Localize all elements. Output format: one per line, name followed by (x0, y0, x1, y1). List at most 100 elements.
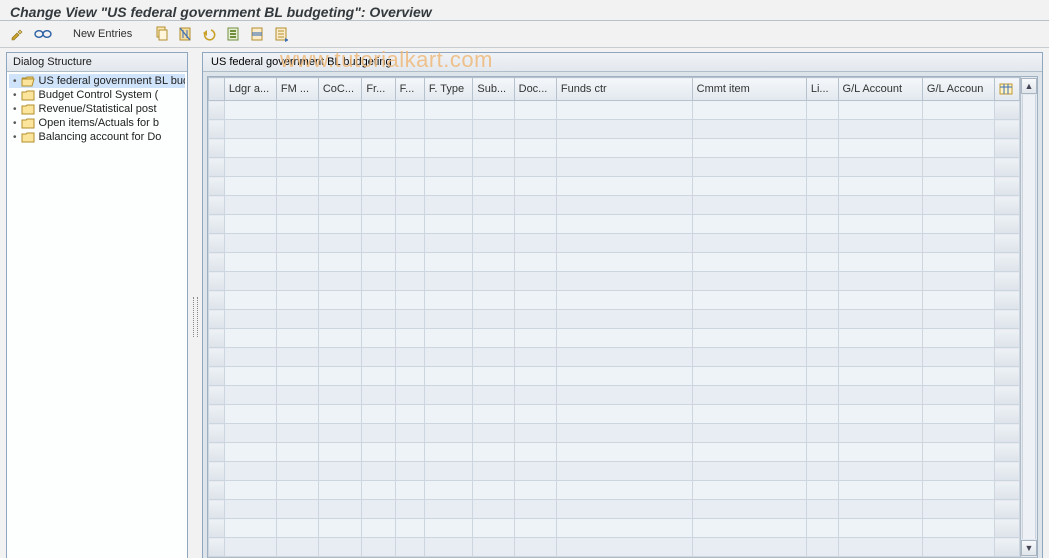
cell-f[interactable] (395, 310, 424, 329)
cell-glacc2[interactable] (922, 443, 994, 462)
cell-doc[interactable] (514, 310, 556, 329)
cell-f[interactable] (395, 386, 424, 405)
cell-fundsctr[interactable] (556, 424, 692, 443)
cell-glacc1[interactable] (838, 234, 922, 253)
cell-fundsctr[interactable] (556, 234, 692, 253)
column-header-fm[interactable]: FM ... (276, 78, 318, 101)
table-row[interactable] (209, 424, 1020, 443)
cell-ldgr[interactable] (224, 310, 276, 329)
cell-from[interactable] (362, 367, 395, 386)
cell-glacc1[interactable] (838, 386, 922, 405)
cell-cocd[interactable] (318, 272, 362, 291)
cell-ftype[interactable] (424, 500, 473, 519)
table-row[interactable] (209, 234, 1020, 253)
select-all-button[interactable] (223, 24, 243, 44)
cell-doc[interactable] (514, 405, 556, 424)
cell-doc[interactable] (514, 519, 556, 538)
cell-li[interactable] (806, 348, 838, 367)
cell-cmmt[interactable] (692, 519, 806, 538)
cell-fm[interactable] (276, 196, 318, 215)
cell-fm[interactable] (276, 367, 318, 386)
cell-li[interactable] (806, 101, 838, 120)
table-row[interactable] (209, 538, 1020, 557)
cell-glacc2[interactable] (922, 120, 994, 139)
cell-cocd[interactable] (318, 386, 362, 405)
cell-ftype[interactable] (424, 386, 473, 405)
cell-fundsctr[interactable] (556, 177, 692, 196)
cell-ldgr[interactable] (224, 367, 276, 386)
cell-cmmt[interactable] (692, 481, 806, 500)
cell-doc[interactable] (514, 443, 556, 462)
cell-doc[interactable] (514, 272, 556, 291)
column-header-from[interactable]: Fr... (362, 78, 395, 101)
cell-fundsctr[interactable] (556, 291, 692, 310)
cell-ldgr[interactable] (224, 519, 276, 538)
copy-as-button[interactable] (151, 24, 171, 44)
cell-f[interactable] (395, 329, 424, 348)
cell-doc[interactable] (514, 367, 556, 386)
cell-cmmt[interactable] (692, 310, 806, 329)
cell-cocd[interactable] (318, 196, 362, 215)
cell-from[interactable] (362, 424, 395, 443)
cell-cmmt[interactable] (692, 348, 806, 367)
cell-from[interactable] (362, 462, 395, 481)
cell-ftype[interactable] (424, 215, 473, 234)
cell-glacc2[interactable] (922, 538, 994, 557)
cell-ldgr[interactable] (224, 215, 276, 234)
cell-sub[interactable] (473, 215, 514, 234)
cell-from[interactable] (362, 158, 395, 177)
tree-item[interactable]: •Budget Control System ( (9, 88, 185, 102)
cell-from[interactable] (362, 215, 395, 234)
cell-ldgr[interactable] (224, 120, 276, 139)
cell-sub[interactable] (473, 120, 514, 139)
cell-ftype[interactable] (424, 405, 473, 424)
cell-ftype[interactable] (424, 177, 473, 196)
cell-doc[interactable] (514, 500, 556, 519)
cell-glacc1[interactable] (838, 424, 922, 443)
row-selector[interactable] (209, 367, 225, 386)
row-selector[interactable] (209, 101, 225, 120)
undo-change-button[interactable] (199, 24, 219, 44)
cell-ldgr[interactable] (224, 500, 276, 519)
cell-ldgr[interactable] (224, 101, 276, 120)
cell-ftype[interactable] (424, 519, 473, 538)
cell-li[interactable] (806, 253, 838, 272)
cell-sub[interactable] (473, 348, 514, 367)
table-row[interactable] (209, 158, 1020, 177)
cell-from[interactable] (362, 538, 395, 557)
cell-glacc2[interactable] (922, 215, 994, 234)
cell-cmmt[interactable] (692, 272, 806, 291)
cell-li[interactable] (806, 272, 838, 291)
cell-fundsctr[interactable] (556, 272, 692, 291)
cell-sub[interactable] (473, 234, 514, 253)
cell-fundsctr[interactable] (556, 196, 692, 215)
cell-fm[interactable] (276, 443, 318, 462)
table-row[interactable] (209, 405, 1020, 424)
cell-fm[interactable] (276, 253, 318, 272)
cell-f[interactable] (395, 158, 424, 177)
cell-doc[interactable] (514, 139, 556, 158)
row-selector[interactable] (209, 120, 225, 139)
cell-li[interactable] (806, 139, 838, 158)
cell-cmmt[interactable] (692, 177, 806, 196)
cell-cocd[interactable] (318, 367, 362, 386)
cell-glacc2[interactable] (922, 481, 994, 500)
row-selector[interactable] (209, 500, 225, 519)
table-row[interactable] (209, 386, 1020, 405)
cell-cmmt[interactable] (692, 158, 806, 177)
cell-fm[interactable] (276, 234, 318, 253)
cell-ftype[interactable] (424, 158, 473, 177)
cell-fm[interactable] (276, 462, 318, 481)
cell-li[interactable] (806, 538, 838, 557)
splitter-handle[interactable] (192, 52, 198, 558)
cell-sub[interactable] (473, 462, 514, 481)
cell-from[interactable] (362, 386, 395, 405)
tree-item[interactable]: •Balancing account for Do (9, 130, 185, 144)
cell-glacc1[interactable] (838, 519, 922, 538)
cell-cocd[interactable] (318, 424, 362, 443)
cell-fm[interactable] (276, 215, 318, 234)
cell-li[interactable] (806, 443, 838, 462)
row-selector[interactable] (209, 215, 225, 234)
cell-from[interactable] (362, 481, 395, 500)
cell-fundsctr[interactable] (556, 158, 692, 177)
